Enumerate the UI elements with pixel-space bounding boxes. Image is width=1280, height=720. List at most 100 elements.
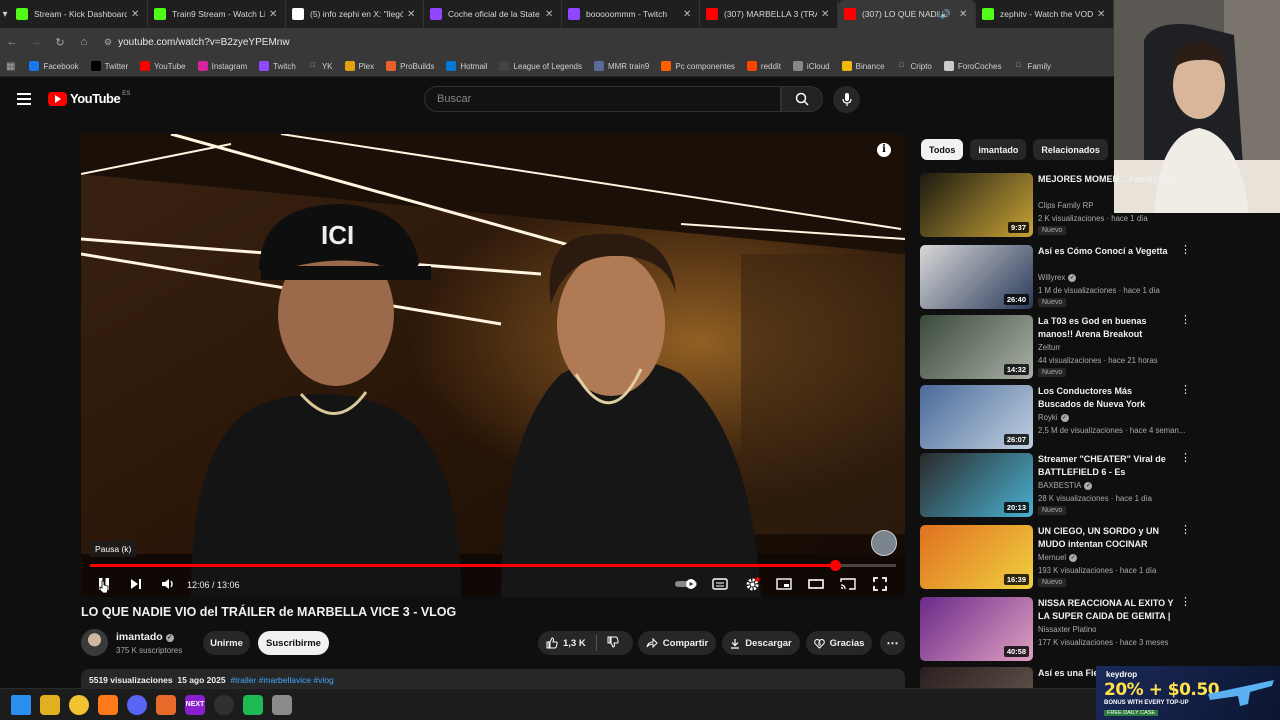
bookmark-family[interactable]: □ Family xyxy=(1013,61,1051,71)
discord-icon[interactable] xyxy=(127,694,147,715)
like-button[interactable]: 1,3 K xyxy=(546,637,586,649)
progress-scrubber[interactable] xyxy=(829,560,841,571)
youtube-logo[interactable]: YouTube ES xyxy=(48,91,130,106)
recommended-video[interactable]: 40:58 NISSA REACCIONA AL EXITO Y LA SUPER… xyxy=(920,597,1191,661)
recommended-title[interactable]: Los Conductores Más Buscados de Nueva Yo… xyxy=(1038,385,1175,411)
thanks-button[interactable]: $ Gracias xyxy=(806,631,872,655)
next-button[interactable] xyxy=(127,574,145,594)
browser-tab[interactable]: Train9 Stream - Watch Li... ✕ xyxy=(148,0,286,28)
recommended-video[interactable]: 9:37 MEJORES MOMEN... Family RP Clips Fami… xyxy=(920,173,1185,237)
apps-grid-icon[interactable]: ▦ xyxy=(6,61,15,72)
bookmark-hotmail[interactable]: Hotmail xyxy=(446,61,487,71)
menu-icon[interactable] xyxy=(17,93,31,108)
bookmark-twitter[interactable]: Twitter xyxy=(90,61,128,71)
close-tab-icon[interactable]: ✕ xyxy=(131,9,141,20)
file-explorer-icon[interactable] xyxy=(69,694,89,715)
more-options-icon[interactable]: ⋮ xyxy=(1180,245,1191,256)
recommended-channel[interactable]: Zelturr xyxy=(1038,343,1061,352)
recommended-channel[interactable]: Clips Family RP xyxy=(1038,201,1093,210)
recommended-channel[interactable]: Willyrex ✓ xyxy=(1038,273,1077,282)
bookmark-facebook[interactable]: Facebook xyxy=(29,61,79,71)
recommended-title[interactable]: MEJORES MOMEN... Family RP xyxy=(1038,173,1175,186)
more-options-icon[interactable]: ⋮ xyxy=(1180,453,1191,464)
bookmark-instagram[interactable]: Instagram xyxy=(197,61,247,71)
video-thumbnail[interactable]: 14:32 xyxy=(920,315,1033,379)
tab-search-chevron-icon[interactable]: ▾ xyxy=(0,9,10,20)
fullscreen-button[interactable] xyxy=(871,574,889,594)
recommended-channel[interactable]: Mernuel ✓ xyxy=(1038,553,1078,562)
recommended-video[interactable]: 16:39 UN CIEGO, UN SORDO y UN MUDO intent… xyxy=(920,525,1191,589)
download-button[interactable]: Descargar xyxy=(722,631,800,655)
bookmark-mmr-train9[interactable]: MMR train9 xyxy=(593,61,649,71)
back-icon[interactable]: ← xyxy=(0,36,24,48)
url-field[interactable]: youtube.com/watch?v=B2zyeYPEMnw xyxy=(118,37,289,48)
more-actions-button[interactable]: ⋯ xyxy=(880,631,905,655)
video-player[interactable]: ICI i Pausa (k) 12:06 / 13:06 xyxy=(81,134,905,597)
recommended-title[interactable]: Streamer "CHEATER" Viral de BATTLEFIELD … xyxy=(1038,453,1175,480)
recommended-video[interactable]: 26:07 Los Conductores Más Buscados de Nue… xyxy=(920,385,1191,449)
recommended-video[interactable]: 26:40 Así es Cómo Conocí a Vegetta Willyre… xyxy=(920,245,1191,309)
channel-avatar[interactable] xyxy=(81,629,108,656)
more-options-icon[interactable]: ⋮ xyxy=(1180,315,1191,326)
video-thumbnail[interactable]: 16:39 xyxy=(920,525,1033,589)
voice-search-button[interactable] xyxy=(833,86,860,113)
settings-button[interactable] xyxy=(743,574,761,594)
join-button[interactable]: Unirme xyxy=(203,631,250,655)
dislike-button[interactable] xyxy=(607,636,619,651)
recommended-title[interactable]: La T03 es God en buenas manos!! Arena Br… xyxy=(1038,315,1175,342)
close-tab-icon[interactable]: ✕ xyxy=(407,9,417,20)
chrome-icon[interactable] xyxy=(40,694,60,715)
chip-imantado[interactable]: imantado xyxy=(970,139,1027,160)
app-icon[interactable] xyxy=(156,694,176,715)
close-tab-icon[interactable]: ✕ xyxy=(269,9,279,20)
share-button[interactable]: Compartir xyxy=(638,631,716,655)
close-tab-icon[interactable]: ✕ xyxy=(959,9,969,20)
reload-icon[interactable]: ↻ xyxy=(48,36,72,49)
close-tab-icon[interactable]: ✕ xyxy=(545,9,555,20)
search-button[interactable] xyxy=(781,86,823,112)
recommended-title[interactable]: Así es Cómo Conocí a Vegetta xyxy=(1038,245,1175,258)
recommended-video[interactable]: 20:13 Streamer "CHEATER" Viral de BATTLEF… xyxy=(920,453,1191,517)
channel-name-label[interactable]: imantado xyxy=(116,631,163,643)
site-info-icon[interactable]: ⚙ xyxy=(104,37,112,48)
info-icon[interactable]: i xyxy=(877,143,891,157)
chip-relacionados[interactable]: Relacionados xyxy=(1033,139,1108,160)
bookmark-binance[interactable]: Binance xyxy=(841,61,885,71)
browser-tab[interactable]: Stream - Kick Dashboard ✕ xyxy=(10,0,148,28)
bookmark-cripto[interactable]: □ Cripto xyxy=(896,61,932,71)
next-icon[interactable]: NEXT xyxy=(185,694,205,715)
windows-start-icon[interactable] xyxy=(11,694,31,715)
home-icon[interactable]: ⌂ xyxy=(72,36,96,48)
theater-mode-button[interactable] xyxy=(807,574,825,594)
more-options-icon[interactable]: ⋮ xyxy=(1180,385,1191,396)
bookmark-forocoches[interactable]: ForoCoches xyxy=(943,61,1001,71)
more-options-icon[interactable]: ⋮ xyxy=(1180,525,1191,536)
spotify-icon[interactable] xyxy=(243,694,263,715)
volume-button[interactable] xyxy=(159,574,177,594)
more-options-icon[interactable]: ⋮ xyxy=(1180,597,1191,608)
bookmark-reddit[interactable]: reddit xyxy=(746,61,781,71)
video-thumbnail[interactable]: 40:58 xyxy=(920,597,1033,661)
chip-todos[interactable]: Todos xyxy=(921,139,964,160)
browser-tab[interactable]: (5) info zephi en X: "llegó... ✕ xyxy=(286,0,424,28)
browser-tab[interactable]: zephitv - Watch the VOD ✕ xyxy=(976,0,1114,28)
bookmark-icloud[interactable]: iCloud xyxy=(792,61,830,71)
browser-tab[interactable]: booooommm - Twitch ✕ xyxy=(562,0,700,28)
recommended-title[interactable]: NISSA REACCIONA AL EXITO Y LA SUPER CAID… xyxy=(1038,597,1175,624)
bookmark-probuilds[interactable]: ProBuilds xyxy=(386,61,434,71)
close-tab-icon[interactable]: ✕ xyxy=(683,9,693,20)
settings-icon[interactable] xyxy=(272,694,292,715)
video-thumbnail[interactable]: 26:40 xyxy=(920,245,1033,309)
recommended-channel[interactable]: BAXBESTIA ✓ xyxy=(1038,481,1093,490)
browser-tab[interactable]: (307) MARBELLA 3 (TRAI... ✕ xyxy=(700,0,838,28)
recommended-title[interactable]: UN CIEGO, UN SORDO y UN MUDO intentan CO… xyxy=(1038,525,1175,551)
tab-audio-icon[interactable]: 🔊 xyxy=(940,9,951,20)
obs-icon[interactable] xyxy=(214,694,234,715)
bookmark-youtube[interactable]: YouTube xyxy=(140,61,186,71)
bookmark-league-of-legends[interactable]: League of Legends xyxy=(499,61,582,71)
autoplay-toggle[interactable] xyxy=(675,574,699,594)
channel-watermark[interactable] xyxy=(871,530,897,556)
browser-tab[interactable]: Coche oficial de la State P... ✕ xyxy=(424,0,562,28)
keydrop-ad[interactable]: keydrop 20% + $0.50 BONUS WITH EVERY TOP… xyxy=(1096,666,1280,720)
firefox-icon[interactable] xyxy=(98,694,118,715)
